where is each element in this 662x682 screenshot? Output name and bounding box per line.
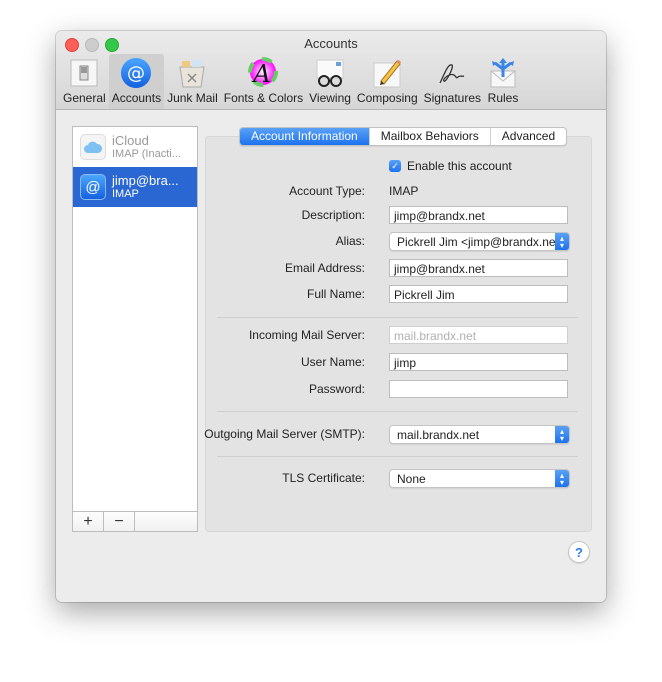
glasses-icon <box>314 57 346 89</box>
detail-tabs: Account Information Mailbox Behaviors Ad… <box>239 127 568 146</box>
list-buttons-bar: + − <box>72 511 198 532</box>
tls-value: None <box>397 472 426 486</box>
window-title: Accounts <box>304 36 358 51</box>
divider <box>217 411 578 412</box>
at-sign-icon: @ <box>120 57 152 89</box>
updown-arrows-icon: ▴ ▾ <box>555 426 569 443</box>
enable-account-row: ✓ Enable this account <box>389 159 512 173</box>
alias-value: Pickrell Jim <jimp@brandx.net> <box>397 235 566 249</box>
smtp-popup[interactable]: mail.brandx.net ▴ ▾ <box>389 425 570 444</box>
fullname-label: Full Name: <box>306 287 365 301</box>
preferences-window: Accounts General @ Accounts Junk Mail A … <box>56 31 606 602</box>
toolbar-general[interactable]: General <box>60 54 109 109</box>
pencil-icon <box>371 57 403 89</box>
at-sign-icon: @ <box>80 174 106 200</box>
account-item-jimp[interactable]: @ jimp@bra... IMAP <box>73 167 197 207</box>
titlebar: Accounts General @ Accounts Junk Mail A … <box>56 31 606 110</box>
tab-account-information[interactable]: Account Information <box>240 128 370 145</box>
tls-row: TLS Certificate: None ▴ ▾ <box>205 469 590 489</box>
alias-row: Alias: Pickrell Jim <jimp@brandx.net> ▴ ▾ <box>205 232 590 252</box>
toolbar-composing[interactable]: Composing <box>354 54 421 109</box>
toolbar-fonts-colors[interactable]: A Fonts & Colors <box>221 54 306 109</box>
add-account-button[interactable]: + <box>73 512 104 531</box>
toolbar-viewing[interactable]: Viewing <box>306 54 354 109</box>
preferences-toolbar: General @ Accounts Junk Mail A Fonts & C… <box>60 54 522 109</box>
divider <box>217 456 578 457</box>
smtp-row: Outgoing Mail Server (SMTP): mail.brandx… <box>204 425 590 445</box>
incoming-server-label: Incoming Mail Server: <box>248 328 365 342</box>
username-field[interactable]: jimp <box>389 353 568 371</box>
envelope-arrows-icon <box>487 57 519 89</box>
email-label: Email Address: <box>284 261 365 275</box>
email-row: Email Address: jimp@brandx.net <box>205 259 590 279</box>
trash-basket-icon <box>176 57 208 89</box>
icloud-icon <box>80 134 106 160</box>
remove-account-button[interactable]: − <box>104 512 135 531</box>
font-color-wheel-icon: A <box>247 57 279 89</box>
tls-popup[interactable]: None ▴ ▾ <box>389 469 570 488</box>
enable-account-label: Enable this account <box>407 159 512 173</box>
fullname-row: Full Name: Pickrell Jim <box>205 285 590 305</box>
accounts-list[interactable]: iCloud IMAP (Inacti... @ jimp@bra... IMA… <box>72 126 198 532</box>
description-field[interactable]: jimp@brandx.net <box>389 206 568 224</box>
toolbar-signatures[interactable]: Signatures <box>421 54 484 109</box>
account-type-value: IMAP <box>389 184 419 198</box>
account-type-label: Account Type: <box>289 184 365 198</box>
toolbar-junk-mail[interactable]: Junk Mail <box>164 54 221 109</box>
tls-label: TLS Certificate: <box>282 471 365 485</box>
password-row: Password: <box>205 380 590 400</box>
account-type-row: Account Type: IMAP <box>205 182 590 202</box>
help-button[interactable]: ? <box>568 541 590 563</box>
password-label: Password: <box>308 382 365 396</box>
svg-text:A: A <box>252 60 271 88</box>
toolbar-accounts[interactable]: @ Accounts <box>108 54 165 109</box>
email-field[interactable]: jimp@brandx.net <box>389 259 568 277</box>
incoming-server-field: mail.brandx.net <box>389 326 568 344</box>
description-label: Description: <box>301 208 365 222</box>
svg-text:@: @ <box>127 63 145 84</box>
fullname-field[interactable]: Pickrell Jim <box>389 285 568 303</box>
password-field[interactable] <box>389 380 568 398</box>
updown-arrows-icon: ▴ ▾ <box>555 470 569 487</box>
tab-mailbox-behaviors[interactable]: Mailbox Behaviors <box>370 128 491 145</box>
content-area: iCloud IMAP (Inacti... @ jimp@bra... IMA… <box>56 110 606 602</box>
username-row: User Name: jimp <box>205 353 590 373</box>
toolbar-rules[interactable]: Rules <box>484 54 522 109</box>
incoming-server-row: Incoming Mail Server: mail.brandx.net <box>205 326 590 346</box>
alias-label: Alias: <box>335 234 365 248</box>
updown-arrows-icon: ▴ ▾ <box>555 233 569 250</box>
divider <box>217 317 578 318</box>
enable-account-checkbox[interactable]: ✓ <box>389 160 401 172</box>
description-row: Description: jimp@brandx.net <box>205 206 590 226</box>
alias-popup[interactable]: Pickrell Jim <jimp@brandx.net> ▴ ▾ <box>389 232 570 251</box>
smtp-value: mail.brandx.net <box>397 428 480 442</box>
signature-icon <box>436 57 468 89</box>
tab-advanced[interactable]: Advanced <box>491 128 566 145</box>
smtp-label: Outgoing Mail Server (SMTP): <box>204 427 365 441</box>
account-item-icloud[interactable]: iCloud IMAP (Inacti... <box>73 127 197 167</box>
username-label: User Name: <box>300 355 365 369</box>
switch-icon <box>68 57 100 89</box>
